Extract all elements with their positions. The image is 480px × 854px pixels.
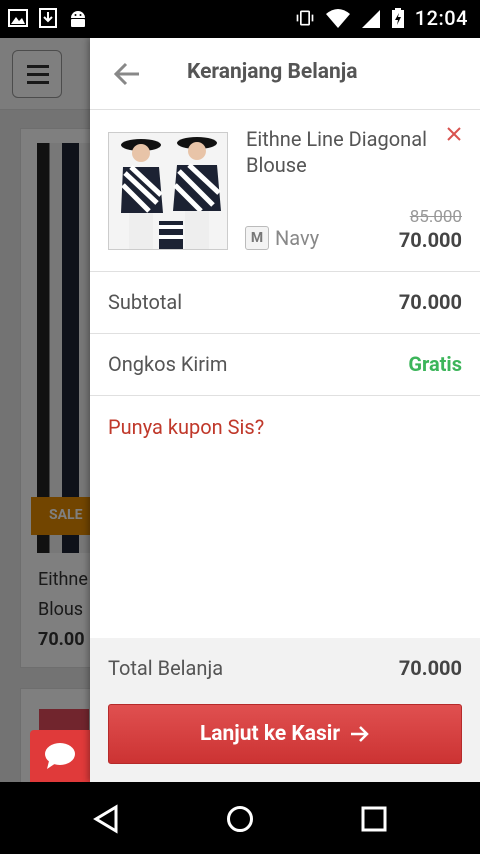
nav-recents-icon [361, 806, 387, 832]
download-icon [39, 8, 57, 28]
drawer-header: Keranjang Belanja [90, 38, 480, 110]
close-icon [447, 127, 461, 141]
checkout-button[interactable]: Lanjut ke Kasir [108, 704, 462, 764]
arrow-right-icon [351, 726, 369, 742]
total-section: Total Belanja 70.000 Lanjut ke Kasir [90, 638, 480, 782]
shipping-label: Ongkos Kirim [108, 352, 228, 376]
status-bar: 12:04 [0, 0, 480, 38]
total-label: Total Belanja [108, 656, 224, 680]
size-badge: M [245, 226, 269, 250]
product-thumbnail[interactable] [108, 132, 228, 250]
remove-item-button[interactable] [446, 126, 466, 146]
subtotal-value: 70.000 [398, 290, 462, 314]
product-color: Navy [275, 226, 320, 250]
cart-item: Eithne Line Diagonal Blouse M Navy 85.00… [90, 110, 480, 272]
nav-home-button[interactable] [220, 802, 260, 836]
original-price: 85.000 [409, 207, 462, 227]
shipping-value: Gratis [408, 352, 462, 376]
product-name[interactable]: Eithne Line Diagonal Blouse [246, 126, 446, 178]
page-title: Keranjang Belanja [187, 60, 358, 84]
shipping-row: Ongkos Kirim Gratis [90, 334, 480, 396]
android-icon [71, 11, 85, 27]
subtotal-label: Subtotal [108, 290, 183, 314]
total-value: 70.000 [398, 656, 462, 680]
sale-price: 70.000 [398, 228, 462, 252]
navigation-bar [0, 782, 480, 854]
cart-drawer: Keranjang Belanja Eithne Line Diagonal B… [90, 38, 480, 782]
subtotal-row: Subtotal 70.000 [90, 272, 480, 334]
chat-button[interactable] [30, 730, 90, 782]
product-photo [109, 133, 227, 249]
back-button[interactable] [110, 58, 144, 90]
signal-icon [361, 10, 380, 28]
clock: 12:04 [414, 6, 468, 30]
nav-home-icon [227, 806, 253, 832]
back-arrow-icon [113, 62, 139, 86]
battery-icon [391, 8, 404, 28]
coupon-link[interactable]: Punya kupon Sis? [108, 415, 264, 439]
vibrate-icon [296, 10, 314, 26]
checkout-label: Lanjut ke Kasir [199, 722, 341, 746]
nav-recents-button[interactable] [354, 802, 394, 836]
nav-back-icon [93, 804, 118, 834]
image-icon [8, 9, 28, 27]
nav-back-button[interactable] [86, 802, 126, 836]
wifi-icon [325, 9, 350, 28]
chat-icon [45, 743, 75, 769]
